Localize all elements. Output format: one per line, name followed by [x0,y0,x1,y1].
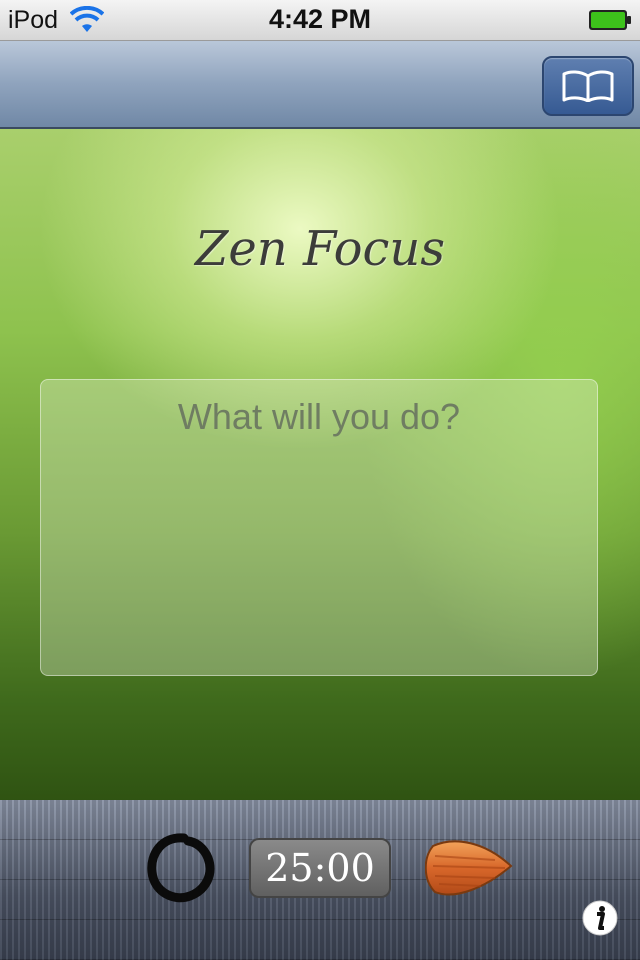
timer-button[interactable]: 25:00 [249,838,391,898]
task-input[interactable]: What will you do? [40,379,598,676]
task-placeholder: What will you do? [177,396,461,437]
open-book-icon [562,70,614,102]
journal-button[interactable] [542,56,634,116]
status-time: 4:42 PM [268,4,372,34]
bottom-toolbar: 25:00 [0,800,640,960]
enso-circle-icon[interactable] [144,832,218,906]
battery-full-icon [589,10,631,30]
main-area: Zen Focus What will you do? [0,129,640,801]
status-bar: iPod 4:42 PM [0,0,640,41]
info-icon[interactable] [582,900,618,936]
navigation-bar [0,41,640,129]
app-title: Zen Focus [195,221,445,277]
guitar-pick-icon[interactable] [425,836,515,902]
